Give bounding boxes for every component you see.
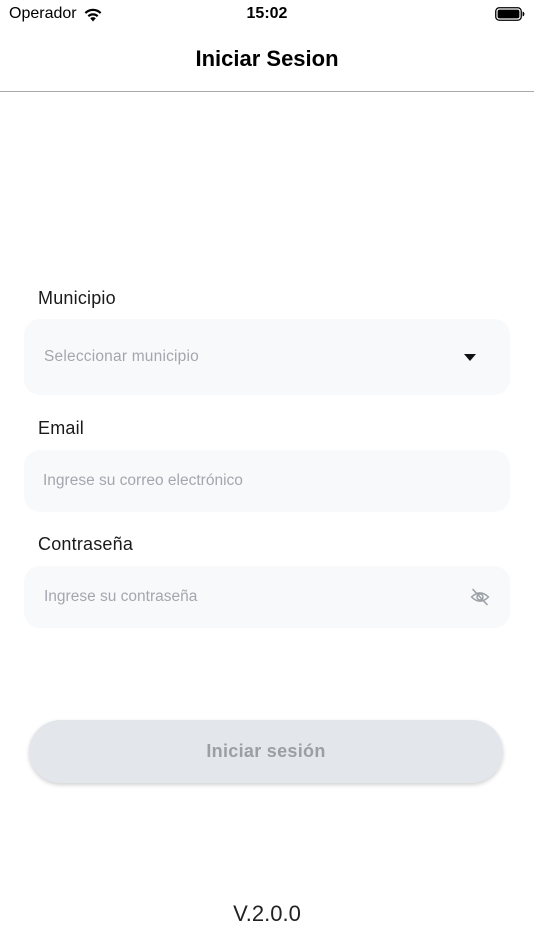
- municipio-label: Municipio: [38, 288, 116, 308]
- email-label: Email: [38, 418, 85, 438]
- battery-icon: [495, 7, 525, 21]
- email-field[interactable]: [43, 472, 510, 490]
- page-title: Iniciar Sesion: [195, 46, 339, 71]
- status-time: 15:02: [246, 5, 288, 22]
- login-button-label: Iniciar sesión: [206, 741, 326, 761]
- municipio-placeholder: Seleccionar municipio: [44, 348, 199, 365]
- password-field-container: [24, 566, 510, 628]
- chevron-down-icon[interactable]: [464, 354, 476, 361]
- login-screen: Operador 15:02 Iniciar Sesion Municipio …: [0, 0, 534, 950]
- eye-slash-icon[interactable]: [470, 587, 490, 607]
- email-field-container: [24, 450, 510, 512]
- login-button[interactable]: Iniciar sesión: [29, 720, 503, 783]
- status-bar: Operador 15:02: [0, 0, 534, 28]
- municipio-select[interactable]: Seleccionar municipio: [24, 319, 510, 395]
- password-label: Contraseña: [38, 534, 134, 554]
- app-version: V.2.0.0: [233, 901, 301, 926]
- header-divider: [0, 91, 534, 92]
- password-field[interactable]: [44, 588, 454, 606]
